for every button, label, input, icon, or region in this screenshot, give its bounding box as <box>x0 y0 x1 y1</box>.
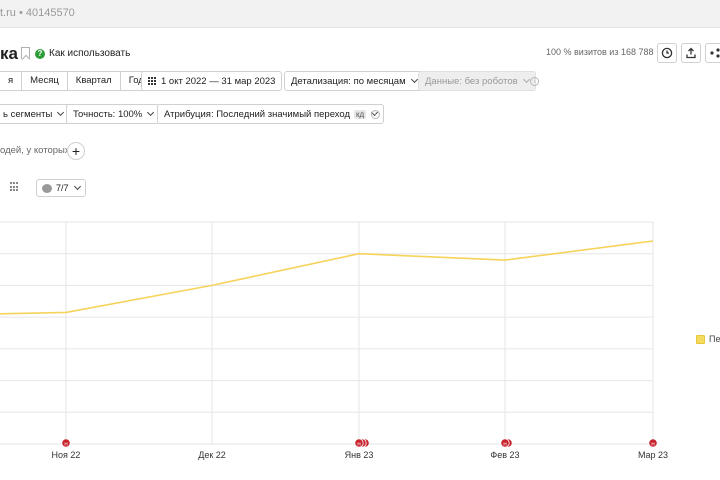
page-title: ка <box>0 44 18 63</box>
x-tick-label: Мар 23 <box>638 450 668 460</box>
x-tick-label: Дек 22 <box>198 450 226 460</box>
date-range-label: 1 окт 2022 — 31 мар 2023 <box>161 75 276 87</box>
info-icon[interactable]: i <box>371 110 380 119</box>
legend-swatch <box>696 334 705 344</box>
annotations-dropdown[interactable]: 7/7 <box>36 179 86 197</box>
info-icon[interactable]: i <box>530 77 539 86</box>
comment-icon <box>42 183 52 193</box>
legend-label: Пер <box>709 334 720 344</box>
bookmark-icon[interactable] <box>21 47 30 59</box>
series-line <box>0 240 654 315</box>
add-condition-button[interactable]: + <box>67 142 85 160</box>
share-icon <box>710 48 720 58</box>
detail-dropdown[interactable]: Детализация: по месяцам <box>284 71 424 91</box>
visits-line-chart: н н н н Ноя 22 Дек 22 Янв 23 Фев 23 Мар 23 <box>0 221 669 460</box>
chart-x-ticks: Ноя 22 Дек 22 Янв 23 Фев 23 Мар 23 <box>52 450 669 460</box>
chevron-down-icon <box>147 108 155 117</box>
annotation-marker[interactable]: н <box>648 438 658 448</box>
history-button[interactable] <box>657 43 677 63</box>
tab-month[interactable]: Месяц <box>22 72 68 90</box>
annotations-count: 7/7 <box>56 183 69 193</box>
x-tick-label: Фев 23 <box>490 450 519 460</box>
annotation-marker[interactable]: н <box>354 438 364 448</box>
period-tabs: я Месяц Квартал Год <box>0 71 153 91</box>
share-button[interactable] <box>705 43 720 63</box>
annotation-marker[interactable]: н <box>500 438 510 448</box>
how-to-use-label: Как использовать <box>49 48 131 59</box>
marker-letter: н <box>651 442 655 448</box>
data-filter-label: Данные: без роботов <box>425 75 518 87</box>
chart-legend[interactable]: Пер <box>696 334 720 344</box>
date-range-picker[interactable]: 1 окт 2022 — 31 мар 2023 <box>141 71 283 91</box>
accuracy-label: Точность: 100% <box>73 108 143 120</box>
attribution-label: Атрибуция: Последний значимый переход <box>164 108 351 120</box>
site-counter-label: t.ru • 40145570 <box>0 7 75 19</box>
tab-quarter[interactable]: Квартал <box>68 72 121 90</box>
data-filter-dropdown[interactable]: Данные: без роботов <box>418 71 536 91</box>
accuracy-dropdown[interactable]: Точность: 100% <box>66 104 161 124</box>
chart-markers: нннн <box>61 438 658 448</box>
marker-letter: н <box>503 442 507 448</box>
chart-grid <box>0 221 654 445</box>
chevron-down-icon <box>522 75 530 84</box>
x-tick-label: Янв 23 <box>345 450 374 460</box>
chevron-down-icon <box>410 75 418 84</box>
export-button[interactable] <box>681 43 701 63</box>
marker-letter: н <box>64 442 68 448</box>
how-to-use-link[interactable]: ? Как использовать <box>35 48 130 59</box>
upload-icon <box>686 47 696 59</box>
chevron-down-icon <box>57 108 65 117</box>
attribution-tag: кд <box>354 109 367 119</box>
segments-dropdown[interactable]: ь сегменты <box>0 104 71 124</box>
annotation-marker[interactable]: н <box>61 438 71 448</box>
attribution-dropdown[interactable]: Атрибуция: Последний значимый переход кд <box>157 104 385 124</box>
marker-letter: н <box>357 442 361 448</box>
x-tick-label: Ноя 22 <box>52 450 81 460</box>
tab-week[interactable]: я <box>0 72 23 90</box>
detail-label: Детализация: по месяцам <box>291 75 406 87</box>
clock-icon <box>661 47 673 59</box>
people-filter-text: одей, у которых <box>0 145 70 156</box>
segments-label: ь сегменты <box>3 108 53 120</box>
browser-topbar: t.ru • 40145570 <box>0 0 720 28</box>
calendar-icon <box>148 76 157 86</box>
question-icon: ? <box>35 48 45 59</box>
visits-summary: 100 % визитов из 168 788 <box>546 47 654 57</box>
table-view-icon[interactable] <box>10 182 20 192</box>
chevron-down-icon <box>73 182 81 191</box>
